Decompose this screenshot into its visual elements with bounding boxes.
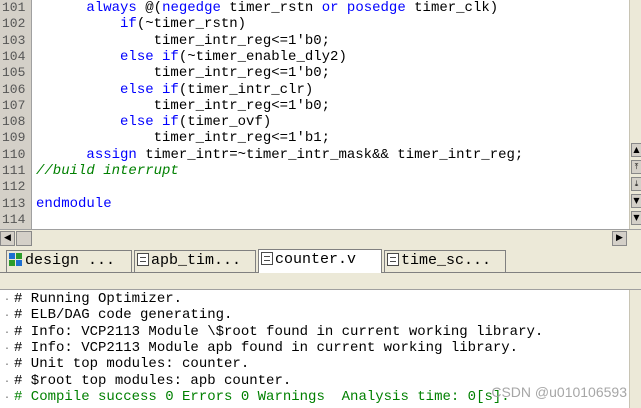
console-line: · # $root top modules: apb counter. bbox=[0, 373, 291, 389]
keyword-token: assign bbox=[86, 146, 137, 163]
line-number: 107 bbox=[2, 97, 26, 113]
horizontal-scroll-thumb[interactable] bbox=[16, 231, 32, 246]
tab-label: apb_tim... bbox=[151, 252, 242, 269]
line-number: 106 bbox=[2, 81, 26, 97]
line-number: 105 bbox=[2, 65, 26, 81]
line-number-gutter: 101 102 103 104 105 106 107 108 109 110 111 112 113 1… bbox=[0, 0, 32, 231]
line-number: 110 bbox=[2, 146, 26, 162]
line-number: 104 bbox=[2, 48, 26, 64]
keyword-token: posedge bbox=[346, 0, 406, 16]
horizontal-scrollbar[interactable]: ◀ ▶ bbox=[0, 229, 641, 247]
code-token: (timer_ovf) bbox=[178, 114, 272, 131]
line-number: 102 bbox=[2, 16, 26, 32]
code-editor[interactable]: 101 102 103 104 105 106 107 108 109 110 111 112 113 1… bbox=[0, 0, 641, 231]
console-line-text: # Compile success 0 Errors 0 Warnings An… bbox=[14, 388, 510, 405]
scroll-left-button[interactable]: ◀ bbox=[0, 231, 15, 246]
code-line: timer_intr_reg<=1'b1; bbox=[36, 130, 330, 146]
code-line: endmodule bbox=[36, 196, 112, 212]
line-number: 103 bbox=[2, 32, 26, 48]
design-icon bbox=[9, 253, 23, 266]
console-line: · # Unit top modules: counter. bbox=[0, 356, 249, 372]
watermark: CSDN @u010106593 bbox=[491, 384, 627, 400]
code-token: (~timer_rstn) bbox=[136, 16, 247, 33]
code-token: timer_clk) bbox=[405, 0, 499, 16]
console-line: · # Running Optimizer. bbox=[0, 291, 182, 307]
code-token: (timer_intr_clr) bbox=[178, 81, 314, 98]
scroll-top-icon[interactable]: ⤒ bbox=[631, 160, 641, 174]
line-number: 112 bbox=[2, 179, 26, 195]
code-line: else if(~timer_enable_dly2) bbox=[36, 49, 347, 65]
vertical-scrollbar[interactable]: ▲ ⤒ ⤓ ▼ ▼ bbox=[629, 0, 641, 231]
tab-apb-timer[interactable]: apb_tim... bbox=[134, 250, 256, 272]
line-marker-icon: · bbox=[3, 392, 10, 404]
keyword-token: else if bbox=[120, 114, 179, 131]
scroll-right-button[interactable]: ▶ bbox=[612, 231, 627, 246]
console-scrollbar[interactable] bbox=[629, 290, 641, 408]
console-line-text: # ELB/DAG code generating. bbox=[14, 307, 233, 324]
tab-label: time_sc... bbox=[401, 252, 492, 269]
code-line: timer_intr_reg<=1'b0; bbox=[36, 98, 330, 114]
console-line: · # ELB/DAG code generating. bbox=[0, 307, 232, 323]
console-line: · # Info: VCP2113 Module apb found in cur… bbox=[0, 340, 518, 356]
keyword-token: endmodule bbox=[36, 195, 112, 212]
keyword-token: if bbox=[120, 16, 137, 33]
code-line: else if(timer_ovf) bbox=[36, 114, 271, 130]
keyword-token: negedge bbox=[162, 0, 221, 16]
code-token: timer_rstn bbox=[220, 0, 322, 16]
line-number: 101 bbox=[2, 0, 26, 15]
console-line-text: # Info: VCP2113 Module \$root found in c… bbox=[14, 323, 544, 340]
keyword-token: else if bbox=[120, 81, 179, 98]
code-line: timer_intr_reg<=1'b0; bbox=[36, 65, 330, 81]
code-line: assign timer_intr=~timer_intr_mask&& tim… bbox=[36, 147, 523, 163]
tab-label: counter.v bbox=[275, 251, 357, 268]
code-token: (~timer_enable_dly2) bbox=[178, 48, 347, 65]
code-line: else if(timer_intr_clr) bbox=[36, 82, 313, 98]
keyword-token: else if bbox=[120, 48, 179, 65]
scroll-bottom-icon[interactable]: ⤓ bbox=[631, 177, 641, 191]
line-number: 111 bbox=[2, 163, 26, 178]
code-token: timer_intr_reg<=1'b0; bbox=[36, 32, 331, 49]
comment-token: //build interrupt bbox=[36, 163, 179, 179]
scroll-up-button[interactable]: ▲ bbox=[631, 143, 641, 157]
scroll-down-button-2[interactable]: ▼ bbox=[631, 211, 641, 225]
console-line-text: # Info: VCP2113 Module apb found in curr… bbox=[14, 339, 519, 356]
console-line-text: # Running Optimizer. bbox=[14, 291, 183, 307]
tab-time-scale[interactable]: time_sc... bbox=[384, 250, 506, 272]
code-line: always @(negedge timer_rstn or posedge t… bbox=[36, 0, 498, 16]
keyword-token: always bbox=[86, 0, 137, 16]
tab-label: design ... bbox=[25, 252, 116, 269]
line-number: 114 bbox=[2, 211, 26, 227]
keyword-token: or bbox=[321, 0, 339, 16]
panel-splitter[interactable] bbox=[0, 273, 641, 290]
file-icon bbox=[387, 253, 399, 266]
console-line-text: # Unit top modules: counter. bbox=[14, 356, 250, 373]
code-line: //build interrupt bbox=[36, 163, 179, 179]
line-number: 109 bbox=[2, 130, 26, 146]
line-number: 113 bbox=[2, 195, 26, 211]
code-token: timer_intr_reg<=1'b1; bbox=[36, 130, 331, 147]
file-icon bbox=[261, 252, 273, 265]
code-token: timer_intr_reg<=1'b0; bbox=[36, 97, 331, 114]
console-line-text: # $root top modules: apb counter. bbox=[14, 372, 292, 389]
code-line: timer_intr_reg<=1'b0; bbox=[36, 33, 330, 49]
console-line: · # Info: VCP2113 Module \$root found in … bbox=[0, 324, 543, 340]
scroll-down-button[interactable]: ▼ bbox=[631, 194, 641, 208]
code-line: if(~timer_rstn) bbox=[36, 16, 246, 32]
console-line: · # Compile success 0 Errors 0 Warnings A… bbox=[0, 389, 510, 405]
code-token: @( bbox=[136, 0, 163, 16]
line-number: 108 bbox=[2, 114, 26, 130]
code-token: timer_intr=~timer_intr_mask&& timer_intr… bbox=[136, 146, 524, 163]
file-icon bbox=[137, 253, 149, 266]
tab-counter[interactable]: counter.v bbox=[258, 249, 382, 273]
code-token: timer_intr_reg<=1'b0; bbox=[36, 65, 331, 82]
document-tab-bar: design ... apb_tim... counter.v time_sc.… bbox=[0, 247, 641, 273]
tab-design[interactable]: design ... bbox=[6, 250, 132, 272]
